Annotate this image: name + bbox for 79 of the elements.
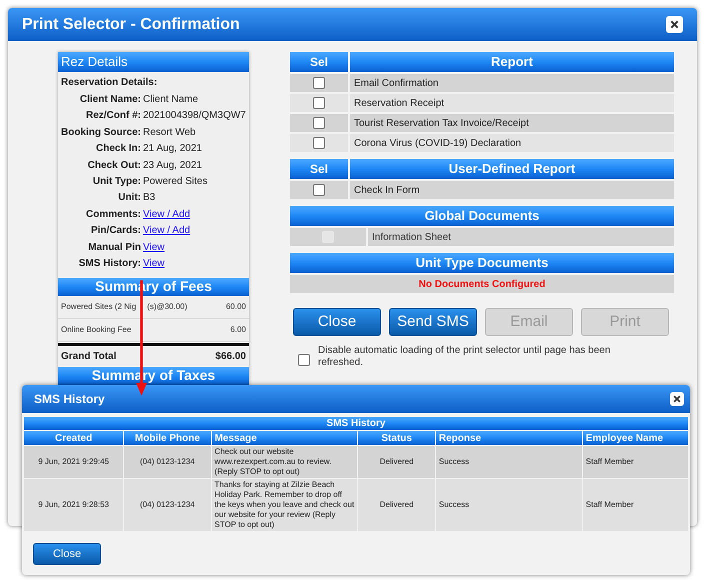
close-icon — [670, 20, 679, 29]
field-value: 21 Aug, 2021 — [143, 142, 202, 156]
total-label: Grand Total — [61, 350, 116, 364]
table-cell: Success — [436, 446, 582, 478]
column-header: User-Defined Report — [350, 159, 674, 179]
column-header: Sel — [290, 159, 348, 179]
close-button[interactable] — [666, 16, 683, 33]
checkbox-label: Disable automatic loading of the print selector until page has been refreshed. — [318, 345, 612, 369]
table-cell: Staff Member — [582, 479, 688, 531]
view-link[interactable]: View / Add — [143, 223, 190, 238]
close-button[interactable]: Close — [33, 543, 101, 566]
field-label: Rez/Conf #: — [85, 109, 142, 124]
field-value: Resort Web — [143, 126, 196, 140]
report-name: Check In Form — [350, 181, 674, 199]
panel-header: Rez Details — [58, 52, 249, 72]
field-label: Check Out: — [86, 158, 142, 173]
fee-amount: 6.00 — [230, 324, 246, 336]
column-header: Employee Name — [582, 431, 688, 445]
view-link[interactable]: View — [143, 256, 164, 271]
table-cell: Success — [436, 479, 582, 531]
field-label: Check In: — [94, 142, 142, 156]
column-header: Message — [212, 431, 358, 445]
table-cell: 9 Jun, 2021 9:28:53 — [24, 479, 124, 531]
document-name: Information Sheet — [368, 228, 674, 246]
section-header: Unit Type Documents — [290, 253, 674, 273]
checkbox[interactable] — [313, 97, 325, 109]
fee-description: (s)@30.00) — [147, 300, 188, 313]
action-button[interactable]: Close — [293, 308, 381, 336]
column-header: Status — [358, 431, 435, 445]
column-header: Sel — [290, 52, 348, 72]
section-header: Global Documents — [290, 206, 674, 226]
table-cell: Delivered — [358, 446, 435, 478]
field-label: Unit Type: — [92, 175, 142, 190]
report-name: Email Confirmation — [350, 74, 674, 92]
field-label: Unit: — [117, 191, 142, 206]
action-button[interactable]: Send SMS — [389, 308, 477, 336]
table-cell: Check out our website www.rezexpert.com.au to review. (Reply STOP to opt out) — [212, 446, 358, 478]
field-label: Pin/Cards: — [90, 224, 142, 238]
window-title: SMS History — [34, 391, 105, 408]
field-label: Comments: — [84, 208, 142, 222]
report-name: Corona Virus (COVID-19) Declaration — [350, 134, 674, 152]
field-value: B3 — [143, 191, 156, 206]
column-header: Report — [350, 52, 674, 72]
close-icon — [673, 395, 681, 403]
table-title: SMS History — [24, 417, 688, 430]
report-name: Tourist Reservation Tax Invoice/Receipt — [350, 114, 674, 132]
table-cell: Thanks for staying at Zilzie Beach Holiday Park. Remember to drop off the keys when you leave and check out our website for your review (Reply STOP to opt out) — [212, 479, 358, 531]
field-value: Client Name — [143, 93, 198, 108]
table-cell: Staff Member — [582, 446, 688, 478]
view-link[interactable]: View / Add — [143, 206, 190, 222]
column-header: Reponse — [436, 431, 582, 445]
fee-description: Online Booking Fee — [61, 324, 132, 336]
checkbox[interactable] — [298, 354, 310, 366]
window-title: Print Selector - Confirmation — [22, 14, 240, 34]
checkbox[interactable] — [313, 77, 325, 89]
view-link[interactable]: View — [143, 240, 164, 255]
field-value: 23 Aug, 2021 — [143, 158, 202, 173]
table-cell: Delivered — [358, 479, 435, 531]
field-label: Manual Pin — [87, 240, 142, 255]
checkbox[interactable] — [313, 184, 325, 196]
table-cell: 9 Jun, 2021 9:29:45 — [24, 446, 124, 478]
fee-amount: 60.00 — [226, 300, 246, 313]
field-value: Powered Sites — [143, 175, 208, 190]
field-value: 2021004398/QM3QW7 — [143, 109, 246, 124]
empty-message: No Documents Configured — [418, 278, 546, 292]
field-label: SMS History: — [78, 256, 142, 271]
report-name: Reservation Receipt — [350, 94, 674, 112]
table-cell: (04) 0123-1234 — [124, 446, 211, 478]
checkbox[interactable] — [313, 117, 325, 129]
field-label: Booking Source: — [60, 126, 142, 140]
total-amount: $66.00 — [215, 350, 246, 364]
close-button[interactable] — [670, 392, 684, 406]
table-cell: (04) 0123-1234 — [124, 479, 211, 531]
field-label: Client Name: — [78, 93, 142, 108]
column-header: Created — [24, 431, 124, 445]
section-label: Reservation Details: — [60, 76, 158, 90]
checkbox[interactable] — [313, 137, 325, 149]
fee-description: Powered Sites (2 Nig — [61, 300, 136, 313]
column-header: Mobile Phone — [124, 431, 211, 445]
